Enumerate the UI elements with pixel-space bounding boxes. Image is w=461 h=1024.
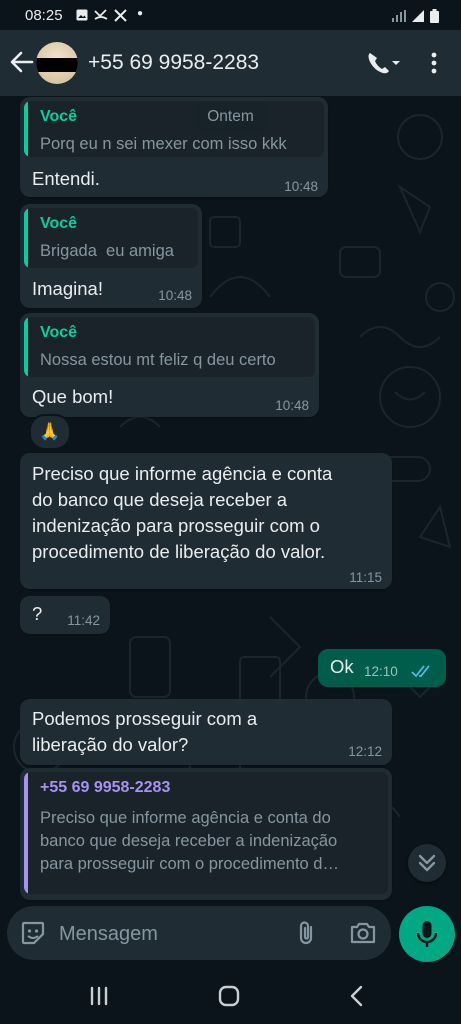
mic-button[interactable] bbox=[399, 906, 455, 962]
menu-dots-icon[interactable] bbox=[424, 50, 444, 76]
message-time: 12:10 bbox=[364, 664, 398, 679]
missed-call-icon bbox=[94, 9, 108, 24]
battery-icon bbox=[430, 9, 439, 23]
message-input[interactable] bbox=[57, 916, 281, 952]
back-icon[interactable] bbox=[342, 982, 372, 1010]
quote-author: Você bbox=[40, 324, 78, 341]
quoted-message[interactable]: Você Nossa estou mt feliz q deu certo bbox=[24, 317, 315, 377]
message-text: Ok bbox=[330, 656, 354, 677]
message-line: Podemos prosseguir com a bbox=[32, 708, 258, 729]
system-nav-bar bbox=[0, 968, 461, 1024]
contact-name[interactable]: +55 69 9958-2283 bbox=[88, 51, 259, 75]
message-text: ? bbox=[32, 603, 43, 624]
read-ticks-icon bbox=[411, 665, 430, 678]
tools-icon bbox=[114, 9, 127, 25]
quote-text: Brigada eu amiga bbox=[40, 242, 174, 260]
quote-text: Porq eu n sei mexer com isso kkk bbox=[40, 135, 287, 153]
message-line: indenização para prosseguir com o bbox=[32, 515, 320, 536]
status-bar: 08:25 ● bbox=[0, 0, 461, 30]
back-arrow-icon[interactable] bbox=[8, 48, 36, 76]
quoted-message[interactable]: Você Brigada eu amiga bbox=[24, 208, 198, 268]
attach-icon[interactable] bbox=[293, 919, 321, 947]
message-text: Entendi. bbox=[32, 168, 100, 189]
message-time: 10:48 bbox=[158, 288, 192, 303]
status-right-icons bbox=[392, 9, 439, 23]
message-bubble-outgoing[interactable]: Ok 12:10 bbox=[318, 649, 446, 687]
quote-author: Você bbox=[40, 108, 78, 125]
scroll-to-bottom-button[interactable] bbox=[408, 844, 446, 882]
quote-author: Você bbox=[40, 215, 78, 232]
date-separator: Ontem bbox=[194, 101, 267, 133]
quote-line: Preciso que informe agência e conta do bbox=[40, 809, 331, 827]
camera-icon[interactable] bbox=[349, 920, 377, 946]
chat-header: +55 69 9958-2283 bbox=[0, 30, 461, 96]
quote-text: Nossa estou mt feliz q deu certo bbox=[40, 351, 276, 369]
image-icon bbox=[76, 9, 88, 24]
message-line: do banco que deseja receber a bbox=[32, 489, 288, 510]
recent-apps-icon[interactable] bbox=[84, 982, 114, 1010]
message-time: 10:48 bbox=[275, 398, 309, 413]
message-bubble[interactable]: Podemos prosseguir com a liberação do va… bbox=[20, 699, 392, 765]
message-time: 12:12 bbox=[348, 744, 382, 759]
emoji-sticker-icon[interactable] bbox=[19, 919, 47, 947]
message-line: procedimento de liberação do valor. bbox=[32, 541, 326, 562]
message-time: 10:48 bbox=[284, 179, 318, 194]
message-composer bbox=[7, 906, 391, 960]
message-bubble[interactable]: Você Nossa estou mt feliz q deu certo Qu… bbox=[20, 313, 319, 417]
message-time: 11:15 bbox=[349, 570, 382, 585]
message-line: liberação do valor? bbox=[32, 734, 189, 755]
avatar[interactable] bbox=[36, 42, 78, 84]
message-bubble[interactable]: ? 11:42 bbox=[20, 596, 110, 634]
quote-author: +55 69 9958-2283 bbox=[40, 779, 171, 796]
double-chevron-down-icon bbox=[418, 854, 436, 872]
message-bubble[interactable]: +55 69 9958-2283 Preciso que informe agê… bbox=[20, 768, 392, 900]
dot-icon: ● bbox=[137, 8, 144, 19]
message-line: Preciso que informe agência e conta bbox=[32, 463, 333, 484]
home-icon[interactable] bbox=[214, 982, 244, 1010]
mic-icon bbox=[416, 921, 438, 947]
message-bubble[interactable]: Você Porq eu n sei mexer com isso kkk En… bbox=[20, 97, 328, 197]
quote-line: para prosseguir com o procedimento d… bbox=[40, 855, 339, 873]
message-bubble[interactable]: Você Brigada eu amiga Imagina! 10:48 bbox=[20, 204, 202, 308]
message-text: Imagina! bbox=[32, 278, 103, 299]
quoted-message[interactable]: Você Porq eu n sei mexer com isso kkk bbox=[24, 101, 324, 157]
status-time: 08:25 bbox=[25, 7, 63, 24]
message-text: Que bom! bbox=[32, 386, 114, 407]
quoted-message[interactable]: +55 69 9958-2283 Preciso que informe agê… bbox=[24, 772, 388, 894]
quote-line: banco que deseja receber a indenização bbox=[40, 832, 338, 850]
message-bubble[interactable]: Preciso que informe agência e conta do b… bbox=[20, 453, 392, 589]
reaction-pray[interactable]: 🙏 bbox=[29, 414, 71, 450]
wifi-icon bbox=[392, 10, 406, 22]
phone-icon[interactable] bbox=[366, 50, 400, 76]
signal-icon bbox=[412, 10, 424, 22]
message-time: 11:42 bbox=[67, 613, 100, 628]
